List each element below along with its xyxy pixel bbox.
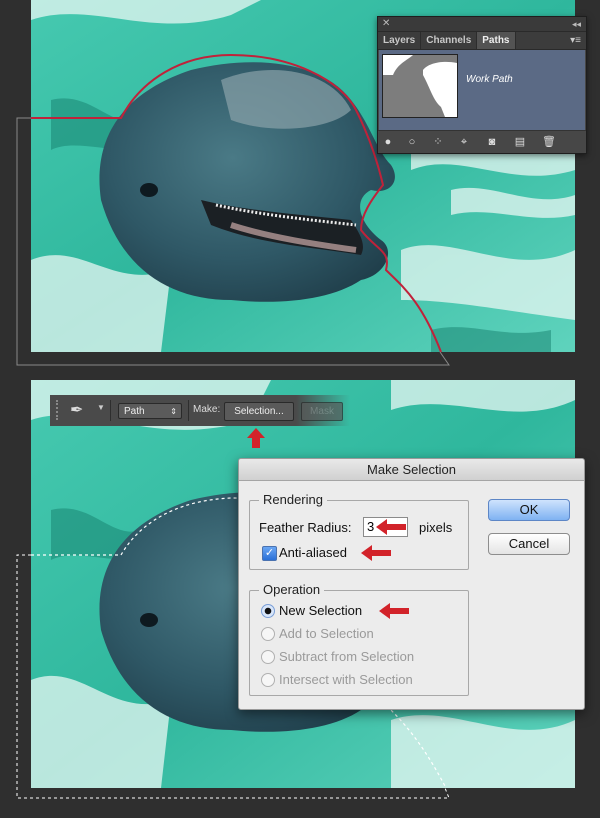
work-path-label: Work Path [466,74,513,85]
selection-button[interactable]: Selection... [224,402,294,421]
new-selection-label: New Selection [279,603,363,618]
pixels-unit-label: pixels [419,520,453,535]
stroke-path-icon[interactable]: ○ [406,136,418,148]
load-as-selection-icon[interactable]: ⁘ [432,136,444,148]
mode-select[interactable]: Path ⇕ [118,403,182,419]
tab-channels[interactable]: Channels [421,32,478,49]
operation-legend: Operation [259,582,325,597]
rendering-group: Rendering Feather Radius: 3 pixels ✓ Ant… [249,492,469,570]
pen-options-bar: ✒ ▼ Path ⇕ Make: Selection... Mask [50,395,350,426]
panel-menu-icon[interactable]: ▾≡ [570,32,581,49]
panel-bottom-toolbar: ● ○ ⁘ ⌖ ◙ ▤ 🗑 [378,130,586,153]
radio-intersect-with-selection[interactable] [261,673,275,687]
add-mask-icon[interactable]: ◙ [486,136,498,148]
intersect-with-selection-label: Intersect with Selection [279,672,413,687]
work-path-row[interactable]: Work Path [379,50,585,130]
mask-button[interactable]: Mask [301,402,343,421]
make-label: Make: [193,404,221,415]
antialiased-label: Anti-aliased [279,545,347,560]
left-arrow-annotation-icon [361,545,391,561]
chevron-down-icon[interactable]: ▼ [97,403,105,412]
antialiased-checkbox[interactable]: ✓ [262,546,277,561]
cancel-button[interactable]: Cancel [488,533,570,555]
radio-add-to-selection[interactable] [261,627,275,641]
make-work-path-icon[interactable]: ⌖ [458,136,470,148]
ok-button[interactable]: OK [488,499,570,521]
collapse-icon[interactable]: ◂◂ [572,17,581,31]
operation-group: Operation New Selection Add to Selection… [249,582,469,696]
feather-radius-label: Feather Radius: [259,520,352,535]
trash-icon[interactable]: 🗑 [542,136,556,148]
subtract-from-selection-label: Subtract from Selection [279,649,415,664]
tab-paths[interactable]: Paths [477,32,516,49]
paths-panel: ✕ ◂◂ Layers Channels Paths ▾≡ Work Path … [377,16,587,154]
dialog-title: Make Selection [239,459,584,481]
panel-tabs: Layers Channels Paths ▾≡ [378,32,586,50]
radio-subtract-from-selection[interactable] [261,650,275,664]
pen-tool-icon[interactable]: ✒ [70,401,90,421]
mode-select-value: Path [124,406,145,417]
tab-layers[interactable]: Layers [378,32,422,49]
panel-titlebar: ✕ ◂◂ [378,17,586,32]
close-icon[interactable]: ✕ [382,17,390,31]
path-thumbnail [382,54,458,118]
left-arrow-annotation-icon [376,519,406,535]
separator [110,400,111,421]
radio-new-selection[interactable] [261,604,275,618]
left-arrow-annotation-icon [379,603,409,619]
separator [188,400,189,421]
grip-handle[interactable] [56,400,62,420]
up-arrow-annotation-icon [247,428,265,448]
add-to-selection-label: Add to Selection [279,626,374,641]
new-path-icon[interactable]: ▤ [514,136,526,148]
rendering-legend: Rendering [259,492,327,507]
fill-path-icon[interactable]: ● [382,136,394,148]
make-selection-dialog: Make Selection Rendering Feather Radius:… [238,458,585,710]
updown-icon: ⇕ [170,407,177,416]
